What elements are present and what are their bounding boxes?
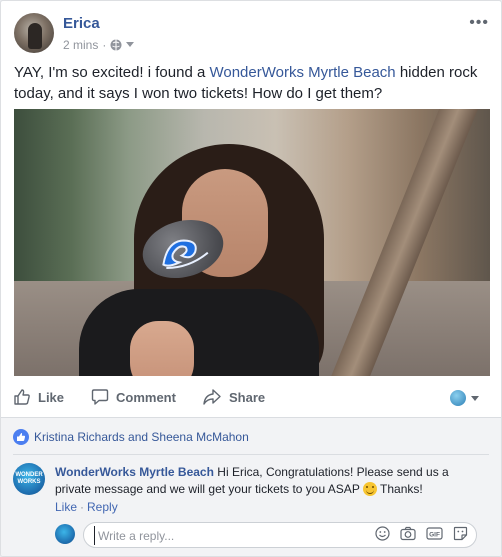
post-author-name[interactable]: Erica [63, 15, 100, 32]
comment-text-end: Thanks! [376, 482, 423, 496]
link-separator: · [80, 500, 85, 514]
svg-text:GIF: GIF [429, 531, 440, 538]
like-reaction-icon [13, 429, 29, 445]
photo-hand [130, 321, 194, 376]
globe-icon[interactable] [110, 39, 122, 51]
comments-section: Kristina Richards and Sheena McMahon WON… [1, 418, 501, 556]
post-meta: 2 mins · [63, 38, 135, 52]
reply-avatar [55, 524, 75, 544]
share-label: Share [229, 389, 266, 405]
smiley-emoji-icon [362, 482, 377, 496]
comment-actions: Like · Reply [55, 500, 118, 514]
post-timestamp[interactable]: 2 mins [63, 38, 98, 52]
like-label: Like [38, 389, 65, 405]
author-avatar[interactable] [14, 13, 54, 53]
post-action-bar: Like Comment Share [1, 383, 501, 413]
speech-bubble-icon [91, 388, 109, 406]
photo-body [79, 289, 319, 376]
comment: WonderWorks Myrtle Beach Hi Erica, Congr… [55, 464, 475, 498]
commenter-name[interactable]: WonderWorks Myrtle Beach [55, 465, 214, 479]
post-photo[interactable] [14, 109, 490, 376]
sticker-icon[interactable] [453, 526, 468, 546]
avatar-logo-text: WONDER WORKS [15, 472, 43, 485]
comment-as-selector[interactable] [450, 389, 479, 407]
comment-label: Comment [116, 389, 176, 405]
reactions-summary[interactable]: Kristina Richards and Sheena McMahon [13, 429, 249, 445]
comment-button[interactable]: Comment [91, 383, 176, 411]
chevron-down-icon [471, 389, 479, 407]
post-options-button[interactable]: ••• [469, 14, 489, 32]
divider [13, 454, 489, 455]
camera-icon[interactable] [400, 526, 416, 546]
reply-tools: GIF [375, 526, 468, 546]
comment-like-link[interactable]: Like [55, 500, 77, 514]
share-button[interactable]: Share [202, 383, 265, 411]
emoji-icon[interactable] [375, 526, 390, 546]
reply-box[interactable]: GIF [83, 522, 477, 548]
comment-reply-link[interactable]: Reply [87, 500, 118, 514]
reply-input[interactable] [94, 526, 360, 545]
share-arrow-icon [202, 388, 222, 406]
like-button[interactable]: Like [13, 383, 64, 411]
reaction-names: Kristina Richards and Sheena McMahon [34, 430, 249, 444]
commenter-avatar[interactable]: WONDER WORKS [13, 463, 45, 495]
post-text: YAY, I'm so excited! i found a WonderWor… [14, 62, 492, 104]
page-mention-link[interactable]: WonderWorks Myrtle Beach [209, 64, 395, 81]
post-text-start: YAY, I'm so excited! i found a [14, 64, 210, 81]
page-avatar-small [450, 390, 466, 406]
post-card: Erica 2 mins · ••• YAY, I'm so excited! … [0, 0, 502, 557]
thumbs-up-icon [13, 388, 31, 406]
privacy-dropdown-icon[interactable] [126, 42, 135, 48]
meta-separator: · [102, 38, 107, 52]
gif-icon[interactable]: GIF [426, 526, 443, 546]
